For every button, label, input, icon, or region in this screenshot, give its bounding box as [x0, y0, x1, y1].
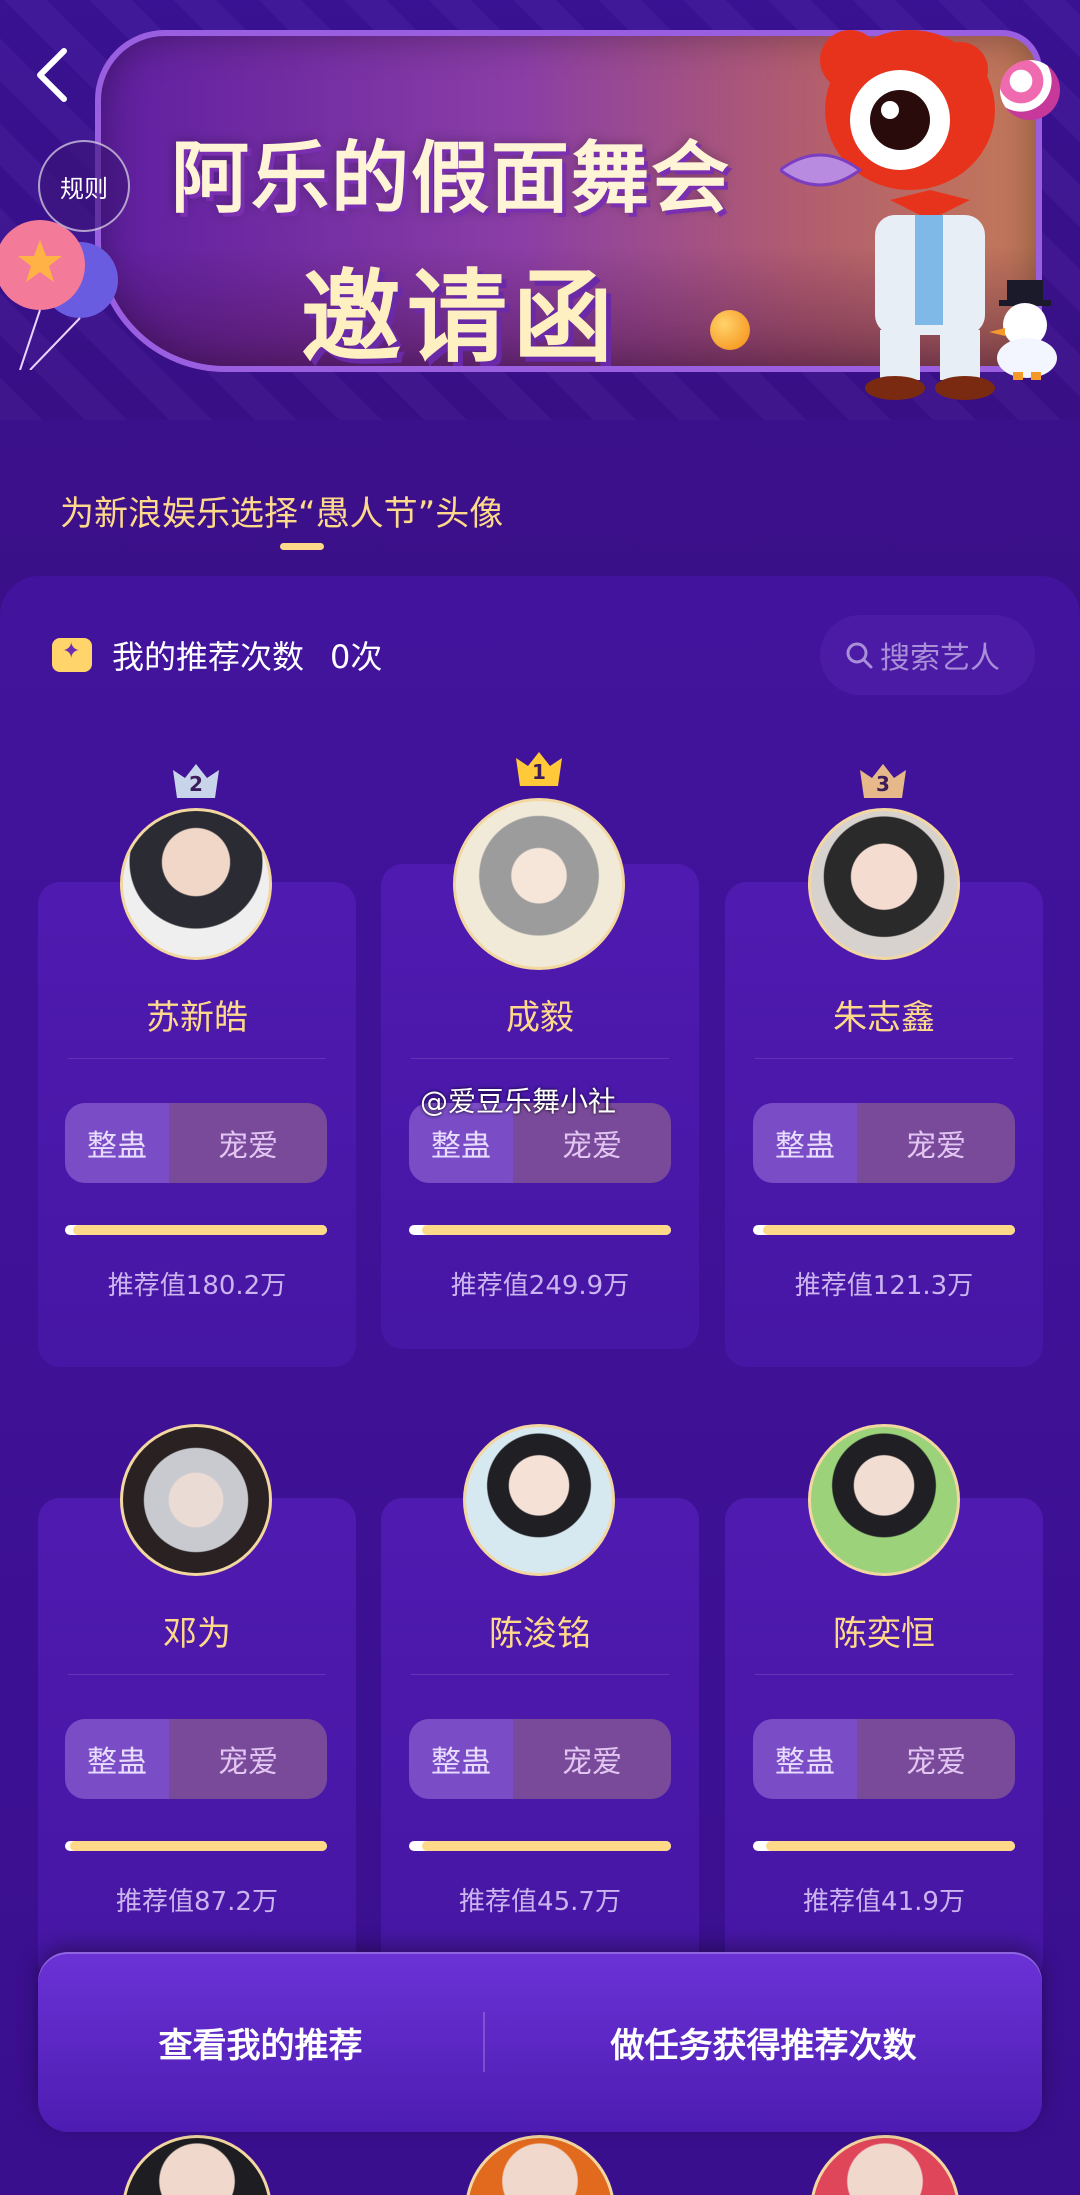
search-icon: [846, 642, 873, 669]
progress-fill: [72, 1225, 327, 1235]
prank-button[interactable]: 整蛊: [753, 1719, 857, 1799]
banner-title: 阿乐的假面舞会: [171, 133, 732, 224]
balloons-decoration: [0, 220, 118, 370]
progress-bar: [65, 1841, 327, 1851]
vote-options: 整蛊 宠爱: [753, 1719, 1015, 1799]
search-input[interactable]: 搜索艺人: [820, 615, 1035, 695]
progress-bar: [65, 1225, 327, 1235]
pamper-button[interactable]: 宠爱: [857, 1719, 1015, 1799]
recommend-value: 推荐值249.9万: [450, 1271, 630, 1301]
candy-decoration: [1000, 60, 1060, 120]
rank-crown-3: 3: [858, 760, 908, 800]
prank-button[interactable]: 整蛊: [753, 1103, 857, 1183]
progress-fill: [70, 1841, 327, 1851]
divider: [411, 1674, 669, 1675]
artist-name: 陈浚铭: [489, 1614, 591, 1654]
earn-recommendations-button[interactable]: 做任务获得推荐次数: [485, 1952, 1042, 2132]
ticket-icon: [52, 638, 92, 672]
artist-name: 苏新皓: [146, 998, 248, 1038]
vote-options: 整蛊 宠爱: [65, 1719, 327, 1799]
divider: [755, 1674, 1013, 1675]
rank-crown-1: 1: [514, 748, 564, 788]
vote-options: 整蛊 宠爱: [753, 1103, 1015, 1183]
progress-fill: [422, 1841, 671, 1851]
progress-bar: [409, 1841, 671, 1851]
vote-options: 整蛊 宠爱: [409, 1719, 671, 1799]
tab-avatar-vote[interactable]: 为新浪娱乐选择“愚人节”头像: [60, 486, 503, 535]
rank-number: 3: [876, 772, 890, 796]
artist-name: 邓为: [163, 1614, 231, 1654]
artist-name: 朱志鑫: [833, 998, 935, 1038]
page: 阿乐的假面舞会 邀请函 规则 为新浪娱乐选择“愚人节”头像 ✦ 我的推荐次数 0…: [0, 0, 1080, 2195]
recommend-count-label: 我的推荐次数: [112, 638, 305, 676]
pamper-button[interactable]: 宠爱: [513, 1719, 671, 1799]
recommend-value: 推荐值121.3万: [794, 1271, 974, 1301]
avatar[interactable]: [808, 1424, 960, 1576]
back-button[interactable]: [28, 45, 78, 105]
progress-fill: [763, 1225, 1015, 1235]
progress-bar: [753, 1841, 1015, 1851]
recommend-value: 推荐值45.7万: [459, 1887, 621, 1917]
divider: [755, 1058, 1013, 1059]
rank-crown-2: 2: [171, 760, 221, 800]
avatar[interactable]: [808, 808, 960, 960]
bottom-action-bar: 查看我的推荐 做任务获得推荐次数: [38, 1952, 1042, 2132]
rules-button[interactable]: 规则: [38, 140, 130, 232]
divider: [411, 1058, 669, 1059]
divider: [68, 1058, 326, 1059]
rank-number: 2: [189, 772, 203, 796]
progress-fill: [766, 1841, 1015, 1851]
avatar[interactable]: [453, 798, 625, 970]
avatar[interactable]: [120, 1424, 272, 1576]
search-placeholder: 搜索艺人: [880, 641, 1000, 676]
avatar[interactable]: [120, 808, 272, 960]
avatar[interactable]: [463, 1424, 615, 1576]
pamper-button[interactable]: 宠爱: [857, 1103, 1015, 1183]
rank-number: 1: [532, 760, 546, 784]
orange-ball-decoration: [710, 310, 750, 350]
mascot-illustration: [780, 30, 995, 400]
progress-bar: [409, 1225, 671, 1235]
recommend-value: 推荐值180.2万: [107, 1271, 287, 1301]
chevron-left-icon: [37, 48, 67, 102]
artist-name: 陈奕恒: [833, 1614, 935, 1654]
progress-bar: [753, 1225, 1015, 1235]
pamper-button[interactable]: 宠爱: [169, 1103, 327, 1183]
prank-button[interactable]: 整蛊: [65, 1719, 169, 1799]
recommend-value: 推荐值41.9万: [803, 1887, 965, 1917]
banner-subtitle: 邀请函: [301, 258, 619, 372]
recommend-count-value: 0次: [330, 638, 383, 676]
pamper-button[interactable]: 宠爱: [169, 1719, 327, 1799]
progress-fill: [422, 1225, 671, 1235]
duck-decoration: [989, 280, 1057, 380]
recommend-value: 推荐值87.2万: [116, 1887, 278, 1917]
tab-indicator: [280, 543, 324, 550]
vote-options: 整蛊 宠爱: [65, 1103, 327, 1183]
prank-button[interactable]: 整蛊: [65, 1103, 169, 1183]
view-my-recommendations-button[interactable]: 查看我的推荐: [38, 1952, 483, 2132]
artist-name: 成毅: [506, 998, 574, 1038]
weibo-watermark: @爱豆乐舞小社: [420, 1085, 617, 1118]
prank-button[interactable]: 整蛊: [409, 1719, 513, 1799]
divider: [68, 1674, 326, 1675]
